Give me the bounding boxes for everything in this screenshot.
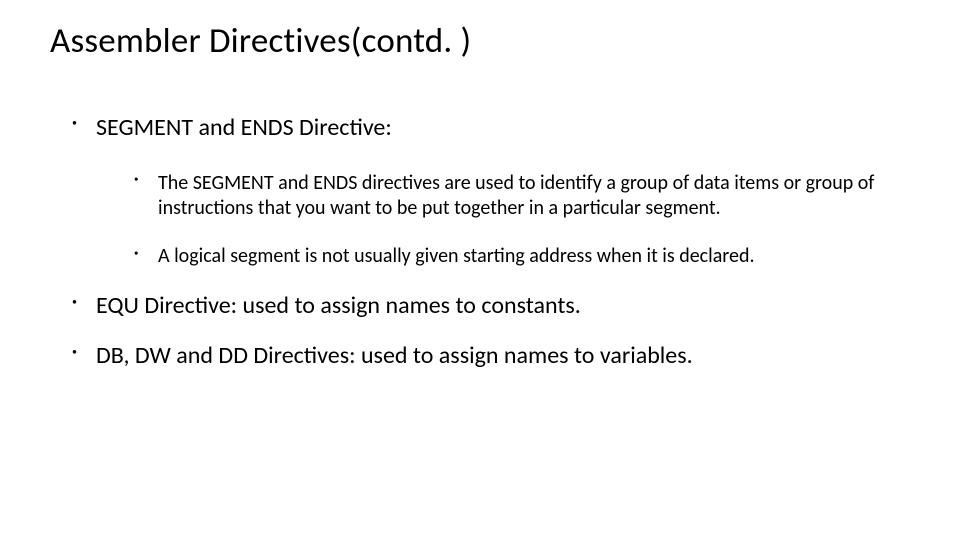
bullet-text: EQU Directive: used to assign names to c… xyxy=(96,291,581,320)
bullet-text: SEGMENT and ENDS Directive: xyxy=(96,113,392,142)
list-item: SEGMENT and ENDS Directive: The SEGMENT … xyxy=(72,113,910,270)
list-item: EQU Directive: used to assign names to c… xyxy=(72,291,910,321)
bullet-list-level1: SEGMENT and ENDS Directive: The SEGMENT … xyxy=(72,113,910,372)
bullet-text: A logical segment is not usually given s… xyxy=(158,244,755,268)
list-item: DB, DW and DD Directives: used to assign… xyxy=(72,341,910,371)
list-item: The SEGMENT and ENDS directives are used… xyxy=(134,171,910,222)
list-item: A logical segment is not usually given s… xyxy=(134,244,910,270)
bullet-text: The SEGMENT and ENDS directives are used… xyxy=(158,171,874,221)
bullet-text: DB, DW and DD Directives: used to assign… xyxy=(96,341,693,370)
bullet-list-level2: The SEGMENT and ENDS directives are used… xyxy=(134,171,910,270)
slide-title: Assembler Directives(contd. ) xyxy=(50,22,910,61)
slide: Assembler Directives(contd. ) SEGMENT an… xyxy=(0,0,960,540)
